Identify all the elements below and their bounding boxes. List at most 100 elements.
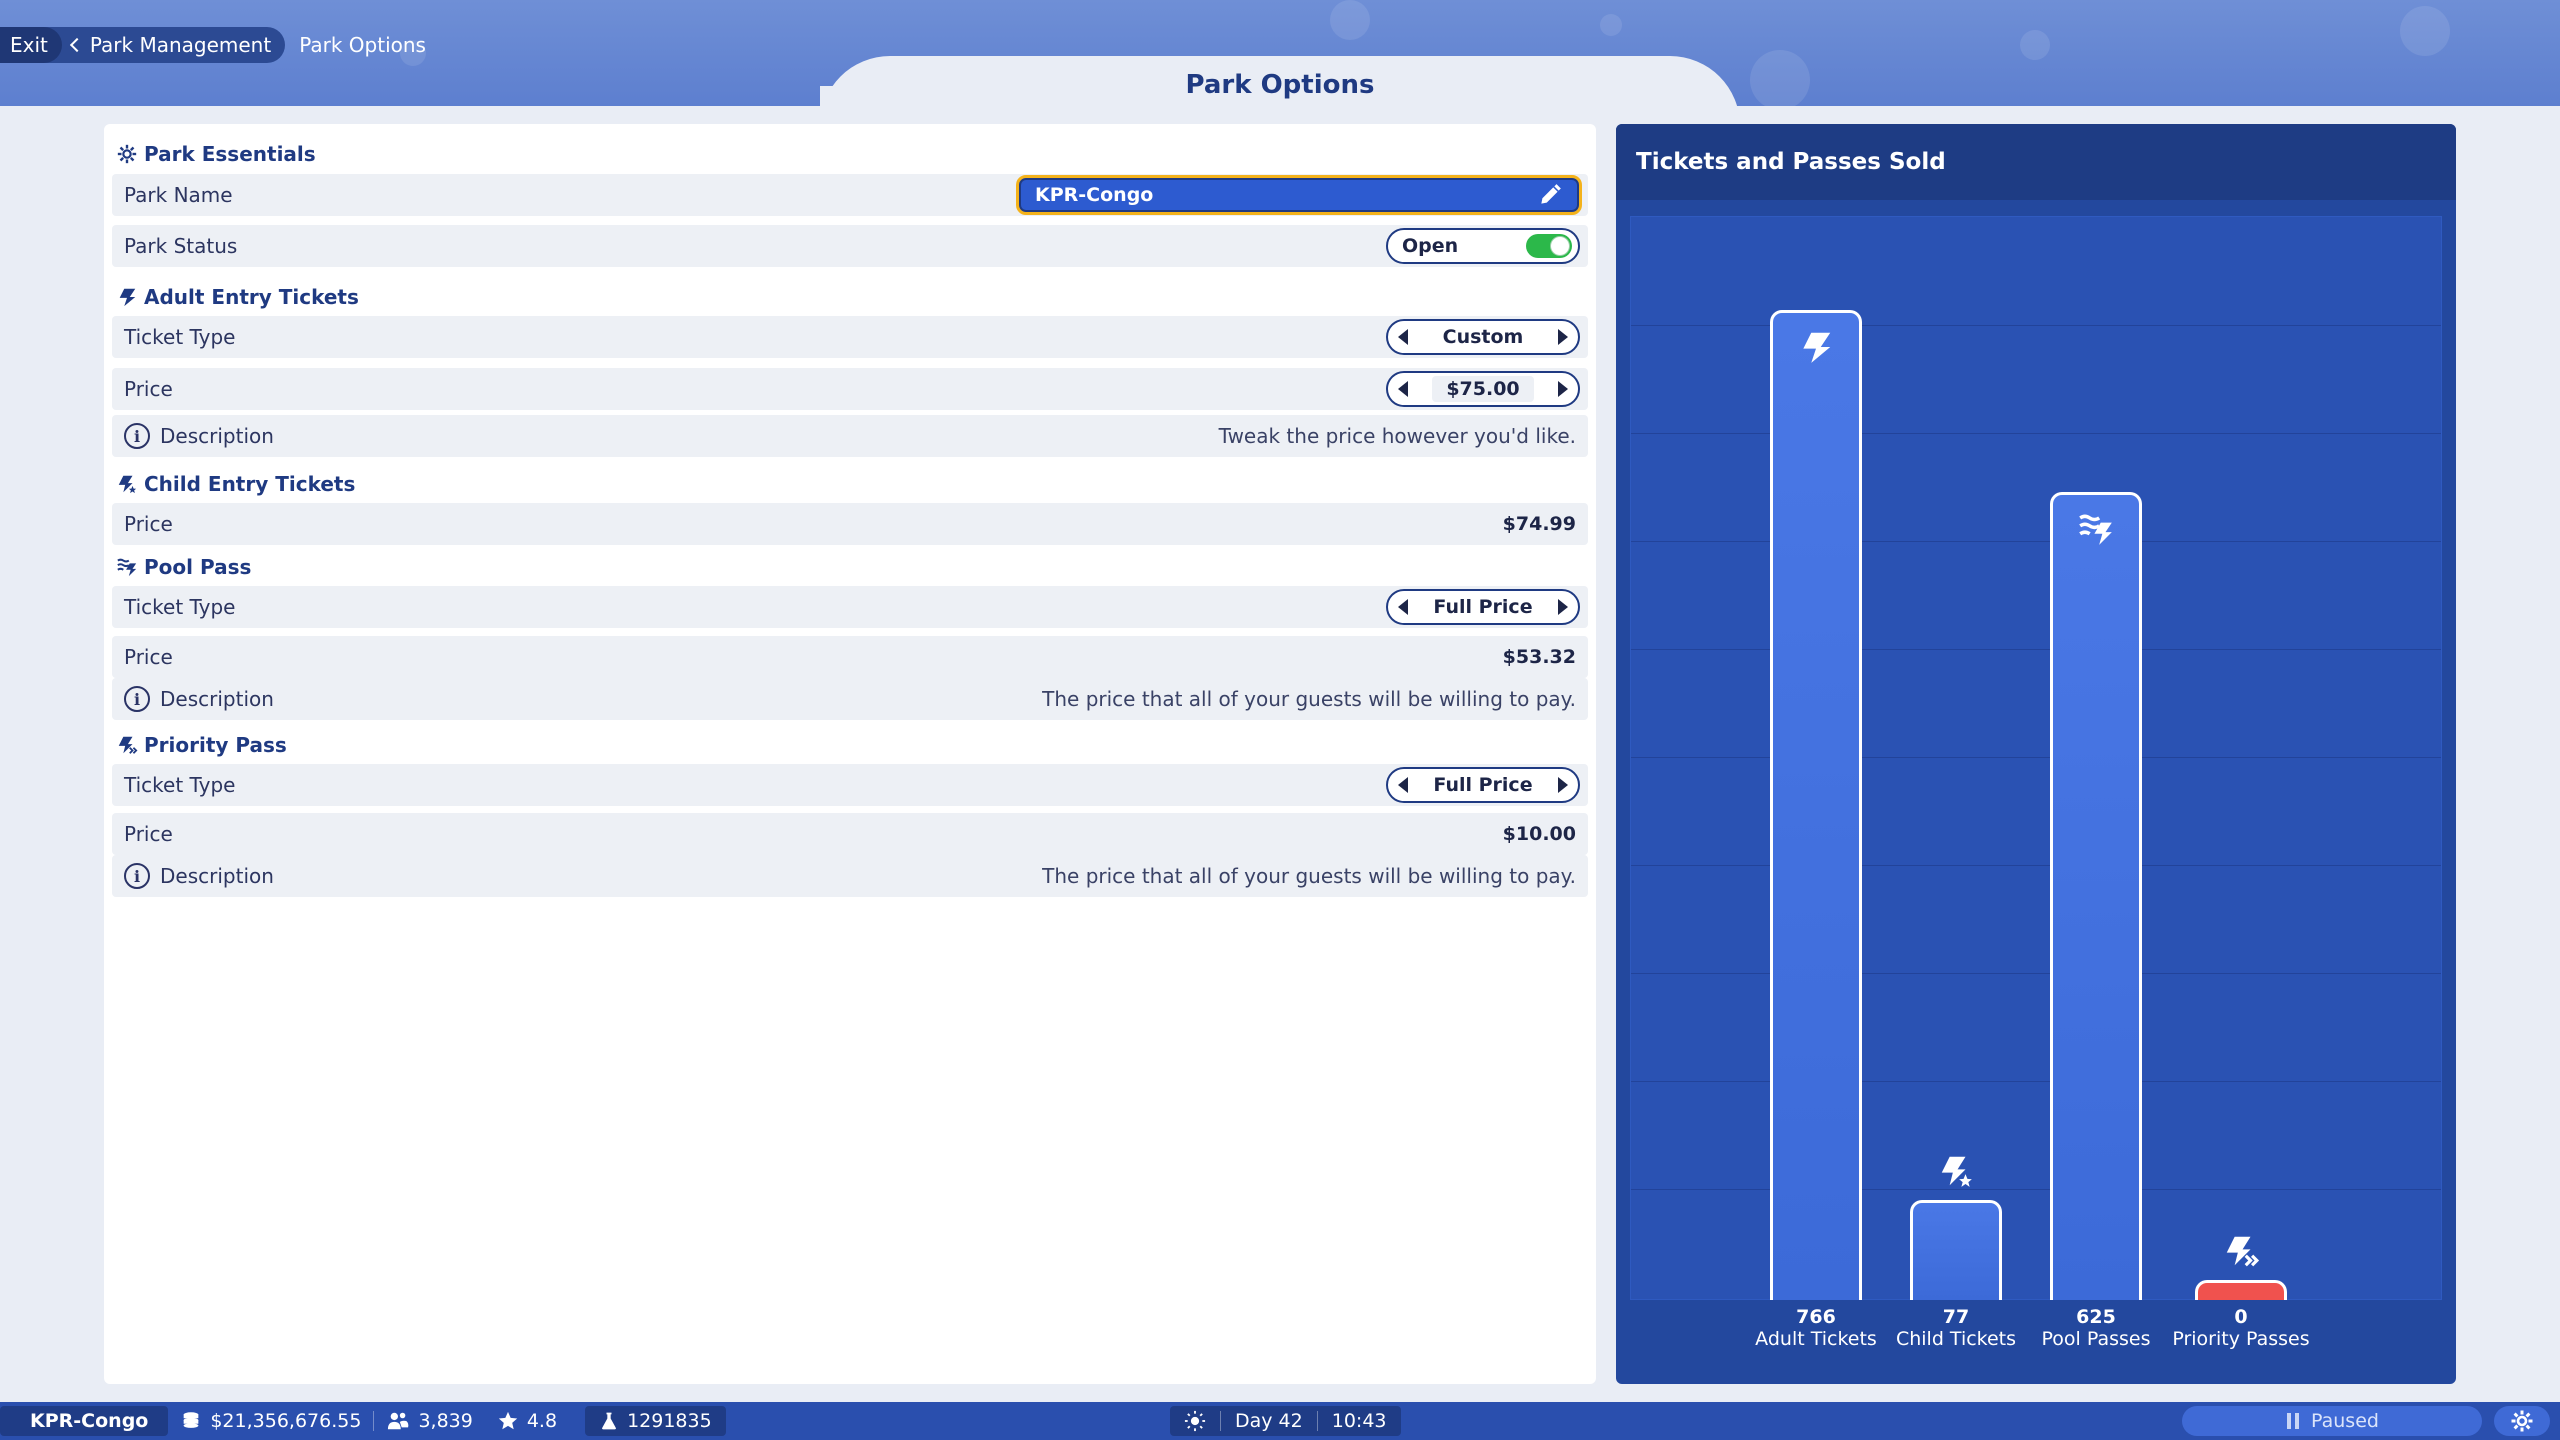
chart-bar-priority-passes[interactable] xyxy=(2195,1280,2287,1300)
adult-price-label: Price xyxy=(124,377,173,401)
arrow-right-icon[interactable] xyxy=(1558,777,1568,793)
park-status-toggle[interactable]: Open xyxy=(1386,228,1580,264)
pool-description-label: Description xyxy=(160,687,274,711)
pool-price-value: $53.32 xyxy=(1502,646,1576,668)
priority-description-row: i Description The price that all of your… xyxy=(112,855,1588,897)
section-title: Child Entry Tickets xyxy=(144,472,356,496)
park-status-value: Open xyxy=(1402,235,1459,257)
pool-ticket-type-row: Ticket Type Full Price xyxy=(112,586,1588,628)
child-price-row: Price $74.99 xyxy=(112,503,1588,545)
settings-button[interactable] xyxy=(2494,1406,2550,1436)
park-name-value: KPR-Congo xyxy=(1035,184,1154,206)
park-status-row: Park Status Open xyxy=(112,225,1588,267)
priority-price-value: $10.00 xyxy=(1502,823,1576,845)
chart-gridline xyxy=(1631,865,2441,866)
park-name-row: Park Name KPR-Congo xyxy=(112,174,1588,216)
chart-bar-pool-passes[interactable] xyxy=(2050,492,2142,1300)
page-title: Park Options xyxy=(1185,70,1375,100)
adult-price-stepper[interactable]: $75.00 xyxy=(1386,371,1580,407)
status-guests-text: 3,839 xyxy=(418,1410,473,1432)
adult-ticket-type-row: Ticket Type Custom xyxy=(112,316,1588,358)
status-rating[interactable]: 4.8 xyxy=(485,1410,569,1432)
adult-description-row: i Description Tweak the price however yo… xyxy=(112,415,1588,457)
status-park-name-text: KPR-Congo xyxy=(30,1410,149,1432)
pool-pass-icon xyxy=(2079,514,2112,546)
status-guests[interactable]: 3,839 xyxy=(374,1410,484,1432)
chart-bar-adult-tickets[interactable] xyxy=(1770,310,1862,1300)
priority-ticket-type-stepper[interactable]: Full Price xyxy=(1386,767,1580,803)
chart-title: Tickets and Passes Sold xyxy=(1616,124,2456,200)
info-icon: i xyxy=(124,863,150,889)
priority-ticket-type-row: Ticket Type Full Price xyxy=(112,764,1588,806)
chart-plot-area xyxy=(1630,216,2442,1300)
chart-bar-child-tickets[interactable] xyxy=(1910,1200,2002,1300)
adult-description-value: Tweak the price however you'd like. xyxy=(1218,424,1576,448)
ticket-icon xyxy=(1803,332,1831,363)
toggle-knob xyxy=(1550,236,1570,256)
pause-icon xyxy=(2287,1413,2300,1429)
guests-icon xyxy=(388,1412,409,1430)
status-park-name[interactable]: KPR-Congo xyxy=(0,1406,169,1436)
adult-ticket-type-stepper[interactable]: Custom xyxy=(1386,319,1580,355)
separator xyxy=(1316,1411,1318,1431)
tickets-chart-panel: Tickets and Passes Sold 766 Adult Tickets… xyxy=(1616,124,2456,1384)
ticket-icon xyxy=(119,288,136,307)
arrow-right-icon[interactable] xyxy=(1557,381,1568,397)
breadcrumb: Exit Park Management Park Options xyxy=(0,27,426,63)
section-park-essentials: Park Essentials xyxy=(116,139,316,169)
priority-pass-icon xyxy=(118,736,138,754)
pool-price-row: Price $53.32 xyxy=(112,636,1588,678)
adult-ticket-type-label: Ticket Type xyxy=(124,325,236,349)
arrow-left-icon[interactable] xyxy=(1398,381,1408,397)
section-child-entry-tickets: Child Entry Tickets xyxy=(116,469,355,499)
adult-price-row: Price $75.00 xyxy=(112,368,1588,410)
child-ticket-icon xyxy=(118,475,137,494)
chart-gridline xyxy=(1631,757,2441,758)
arrow-left-icon[interactable] xyxy=(1398,329,1408,345)
priority-price-label: Price xyxy=(124,822,173,846)
park-status-label: Park Status xyxy=(124,234,238,258)
breadcrumb-current: Park Options xyxy=(299,33,426,57)
info-icon: i xyxy=(124,423,150,449)
priority-price-row: Price $10.00 xyxy=(112,813,1588,855)
park-options-panel: Park Essentials Park Name KPR-Congo Park… xyxy=(104,124,1596,1384)
pool-description-label-wrap: i Description xyxy=(124,686,1042,712)
status-money[interactable]: $21,356,676.55 xyxy=(168,1410,373,1432)
child-ticket-icon xyxy=(1941,1157,1972,1188)
pool-description-value: The price that all of your guests will b… xyxy=(1042,687,1576,711)
back-label: Park Management xyxy=(89,33,272,57)
section-title: Park Essentials xyxy=(144,142,316,166)
status-research[interactable]: 1291835 xyxy=(585,1406,726,1436)
status-date-time[interactable]: Day 42 10:43 xyxy=(1170,1406,1401,1436)
chart-gridline xyxy=(1631,325,2441,326)
top-bar: Park Options Exit Park Management Park O… xyxy=(0,0,2560,106)
priority-ticket-type-value: Full Price xyxy=(1433,774,1533,796)
settings-gear-icon xyxy=(2511,1410,2533,1432)
arrow-right-icon[interactable] xyxy=(1558,599,1568,615)
chart-bar-label: 0 Priority Passes xyxy=(2151,1306,2331,1350)
park-name-input[interactable]: KPR-Congo xyxy=(1016,175,1582,215)
chart-gridline xyxy=(1631,541,2441,542)
status-rating-text: 4.8 xyxy=(526,1410,558,1432)
toggle-switch[interactable] xyxy=(1526,234,1572,258)
adult-ticket-type-value: Custom xyxy=(1442,326,1524,348)
priority-pass-icon xyxy=(2226,1236,2260,1267)
exit-button[interactable]: Exit xyxy=(0,27,62,63)
pool-price-label: Price xyxy=(124,645,173,669)
adult-price-value[interactable]: $75.00 xyxy=(1432,376,1534,402)
back-park-management-button[interactable]: Park Management xyxy=(43,27,286,63)
status-research-text: 1291835 xyxy=(627,1410,712,1432)
child-price-label: Price xyxy=(124,512,173,536)
section-priority-pass: Priority Pass xyxy=(116,730,287,760)
pause-button[interactable]: Paused xyxy=(2182,1406,2482,1436)
pencil-icon[interactable] xyxy=(1537,182,1563,208)
chart-category-label: Priority Passes xyxy=(2172,1328,2310,1350)
pool-description-row: i Description The price that all of your… xyxy=(112,678,1588,720)
chart-value-label: 0 xyxy=(2234,1306,2248,1328)
arrow-left-icon[interactable] xyxy=(1398,599,1408,615)
pool-ticket-type-stepper[interactable]: Full Price xyxy=(1386,589,1580,625)
arrow-right-icon[interactable] xyxy=(1558,329,1568,345)
arrow-left-icon[interactable] xyxy=(1398,777,1408,793)
status-time-text: 10:43 xyxy=(1331,1410,1387,1432)
separator xyxy=(1220,1411,1221,1431)
